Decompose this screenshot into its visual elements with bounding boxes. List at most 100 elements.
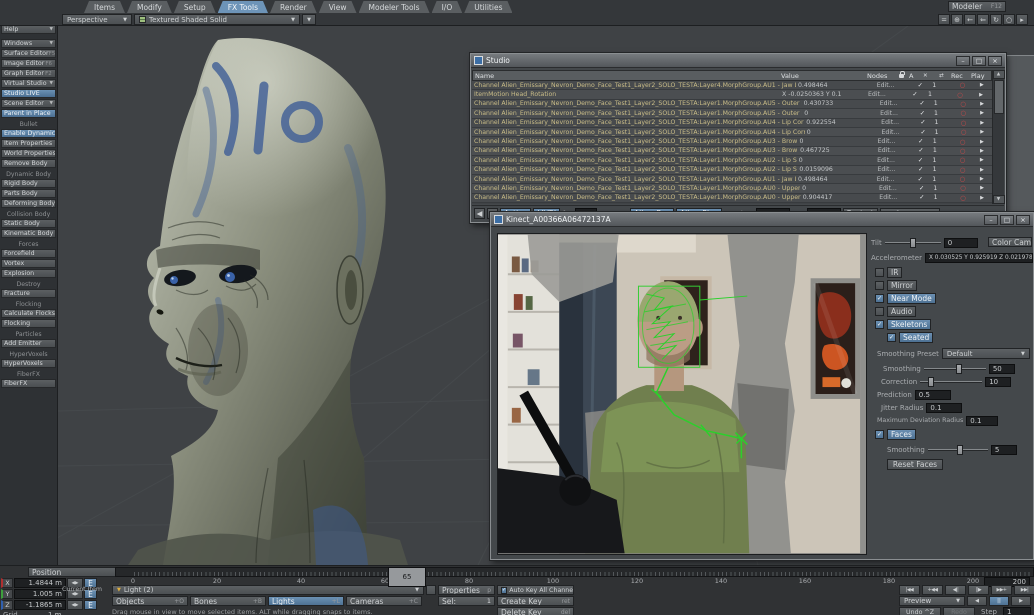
channel-nodes-edit[interactable]: Edit... <box>875 176 905 183</box>
play-toggle[interactable]: ▶ <box>972 167 992 173</box>
play-toggle[interactable]: ▶ <box>972 129 992 135</box>
z-position-field[interactable]: -1.1865 m <box>14 600 66 610</box>
prev-button[interactable]: ◀ <box>474 208 485 219</box>
main-tab[interactable]: Utilities <box>464 1 512 13</box>
channel-value[interactable]: 0 <box>802 110 878 117</box>
viewport-tool-icon[interactable]: ▸ <box>1016 14 1028 25</box>
transport-button[interactable]: ▶▶+ <box>991 585 1012 595</box>
faces-toggle-label[interactable]: Faces <box>887 429 916 440</box>
color-camera-button[interactable]: Color Camera <box>988 237 1032 247</box>
channel-multiplier[interactable]: 1 <box>927 147 942 154</box>
sidebar-item[interactable]: Flocking <box>1 319 56 328</box>
timeline-ruler[interactable] <box>115 567 1034 577</box>
main-tab[interactable]: Render <box>270 1 317 13</box>
record-toggle[interactable]: ○ <box>953 175 972 183</box>
sidebar-item[interactable]: Explosion <box>1 269 56 278</box>
channel-active-check[interactable]: ✓ <box>914 82 927 89</box>
current-item-dropdown[interactable]: ▼ Light (2) ▼ <box>112 585 424 595</box>
channel-row[interactable]: Channel Alien_Emissary_Nevron_Demo_Face_… <box>472 100 992 109</box>
channel-active-check[interactable]: ✓ <box>916 110 929 117</box>
play-toggle[interactable]: ▶ <box>972 101 992 107</box>
channel-nodes-edit[interactable]: Edit... <box>880 129 908 136</box>
main-tab[interactable]: Setup <box>174 1 216 13</box>
record-toggle[interactable]: ○ <box>954 184 972 192</box>
auto-key-toggle[interactable]: ✓ Auto Key All Channels ▼ <box>497 585 574 595</box>
sidebar-item[interactable]: Windows ▼ <box>1 39 56 48</box>
channel-nodes-edit[interactable]: Edit... <box>878 110 907 117</box>
sidebar-item[interactable]: Graph Editor F2 <box>1 69 56 78</box>
channel-multiplier[interactable]: 1 <box>927 166 942 173</box>
viewport-tool-icon[interactable]: ○ <box>1003 14 1015 25</box>
close-button[interactable]: × <box>988 56 1002 66</box>
main-tab[interactable]: Items <box>84 1 125 13</box>
channel-row[interactable]: Channel Alien_Emissary_Nevron_Demo_Face_… <box>472 119 992 128</box>
sidebar-item[interactable]: Enable Dynamics <box>1 129 56 138</box>
record-toggle[interactable]: ○ <box>953 166 971 174</box>
play-toggle[interactable]: ▶ <box>972 185 992 191</box>
channel-value[interactable]: 0 <box>797 157 875 164</box>
channel-active-check[interactable]: ✓ <box>915 185 928 192</box>
scroll-down-icon[interactable]: ▼ <box>993 195 1005 204</box>
channel-value[interactable]: 0.498464 <box>796 82 875 89</box>
toggle-label[interactable]: Near Mode <box>887 293 936 304</box>
channel-multiplier[interactable]: 1 <box>922 91 938 98</box>
y-position-field[interactable]: 1.005 m <box>14 589 66 599</box>
sidebar-item[interactable]: Parent in Place <box>1 109 56 118</box>
z-envelope-button[interactable]: E <box>84 600 97 610</box>
channel-value[interactable]: 0.0159096 <box>797 166 875 173</box>
record-toggle[interactable]: ○ <box>954 194 972 202</box>
minimize-button[interactable]: – <box>956 56 970 66</box>
channel-multiplier[interactable]: 1 <box>929 110 944 117</box>
sidebar-item[interactable]: Remove Body <box>1 159 56 168</box>
channel-row[interactable]: Channel Alien_Emissary_Nevron_Demo_Face_… <box>472 194 992 203</box>
main-tab[interactable]: Modify <box>127 1 172 13</box>
channel-multiplier[interactable]: 1 <box>927 82 942 89</box>
toggle-label[interactable]: Skeletons <box>887 319 931 330</box>
toggle-label[interactable]: Mirror <box>887 280 917 291</box>
channel-multiplier[interactable]: 1 <box>929 129 943 136</box>
view-mode-dropdown[interactable]: Perspective▼ <box>62 14 132 25</box>
sidebar-item[interactable]: Fracture <box>1 289 56 298</box>
channel-active-check[interactable]: ✓ <box>914 138 927 145</box>
scroll-up-icon[interactable]: ▲ <box>993 70 1005 79</box>
item-list-button[interactable] <box>426 585 436 595</box>
help-menu[interactable]: Help▼ <box>1 25 56 34</box>
channel-multiplier[interactable]: 1 <box>927 176 942 183</box>
studio-titlebar[interactable]: Studio – □ × <box>471 54 1005 68</box>
sidebar-item[interactable]: HyperVoxels <box>1 359 56 368</box>
timeline-scrubber[interactable]: 65 <box>388 567 426 587</box>
checkbox[interactable]: ✓ <box>887 333 896 342</box>
sidebar-item[interactable]: Image Editor F6 <box>1 59 56 68</box>
transport-button[interactable]: |◀◀ <box>899 585 920 595</box>
channel-nodes-edit[interactable]: Edit... <box>879 119 907 126</box>
toggle-label[interactable]: Seated <box>899 332 933 343</box>
checkbox[interactable] <box>875 307 884 316</box>
correction-field[interactable]: 10 <box>985 377 1011 387</box>
shading-extra-dropdown[interactable]: ▼ <box>302 14 316 25</box>
checkbox[interactable] <box>875 268 884 277</box>
scrollbar-thumb[interactable] <box>994 80 1004 114</box>
record-toggle[interactable]: ○ <box>955 119 973 127</box>
record-toggle[interactable]: ○ <box>953 156 972 164</box>
jitter-radius-field[interactable]: 0.1 <box>926 403 962 413</box>
pause-button[interactable]: || <box>989 596 1009 606</box>
channel-value[interactable]: 0 <box>800 185 877 192</box>
channel-value[interactable]: 0.904417 <box>801 194 878 201</box>
channel-row[interactable]: Channel Alien_Emissary_Nevron_Demo_Face_… <box>472 128 992 137</box>
item-type-button[interactable]: Bones+B <box>190 596 266 606</box>
prediction-field[interactable]: 0.5 <box>915 390 951 400</box>
channel-value[interactable]: 0 <box>805 129 880 136</box>
main-tab[interactable]: Modeler Tools <box>359 1 430 13</box>
viewport-tool-icon[interactable]: ⊕ <box>951 14 963 25</box>
undo-button[interactable]: Undo ^Z <box>899 607 941 615</box>
sidebar-item[interactable]: Virtual Studio ▼ <box>1 79 56 88</box>
sidebar-item[interactable]: Parts Body <box>1 189 56 198</box>
play-toggle[interactable]: ▶ <box>970 92 992 98</box>
play-toggle[interactable]: ▶ <box>972 148 992 154</box>
item-type-button[interactable]: Lights+L <box>268 596 344 606</box>
channel-active-check[interactable]: ✓ <box>914 147 927 154</box>
redo-button[interactable]: Redo <box>943 607 975 615</box>
sidebar-item[interactable]: Kinematic Body <box>1 229 56 238</box>
record-toggle[interactable]: ○ <box>953 81 972 89</box>
channel-nodes-edit[interactable]: Edit... <box>875 82 905 89</box>
